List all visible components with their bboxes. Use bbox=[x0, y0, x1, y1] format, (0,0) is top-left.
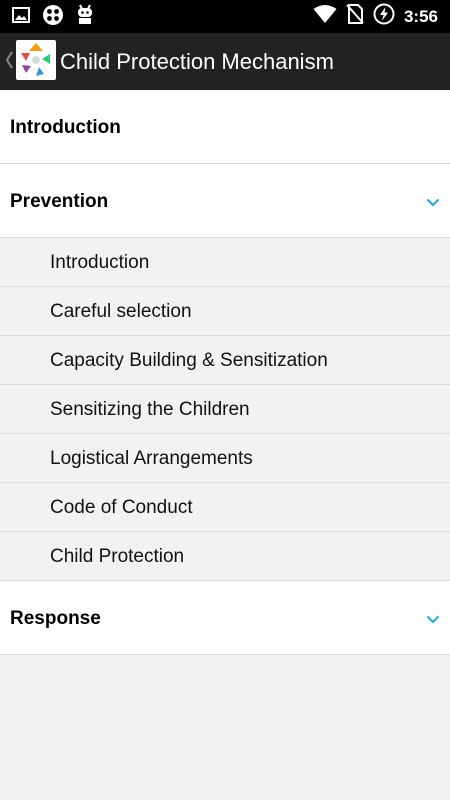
sub-item-label: Sensitizing the Children bbox=[50, 399, 250, 420]
menu-list: Introduction Prevention Introduction Car… bbox=[0, 90, 450, 655]
app-grid-icon bbox=[42, 4, 64, 31]
sub-item-introduction[interactable]: Introduction bbox=[0, 238, 450, 287]
status-bar: 3:56 bbox=[0, 0, 450, 33]
clock: 3:56 bbox=[403, 6, 438, 26]
sub-item-code-of-conduct[interactable]: Code of Conduct bbox=[0, 483, 450, 532]
sub-item-label: Code of Conduct bbox=[50, 497, 193, 518]
status-bar-notifications bbox=[12, 4, 94, 31]
chevron-down-icon[interactable] bbox=[426, 194, 440, 212]
sub-item-logistical-arrangements[interactable]: Logistical Arrangements bbox=[0, 434, 450, 483]
wifi-icon bbox=[313, 4, 337, 29]
app-logo-icon[interactable] bbox=[16, 40, 56, 80]
group-introduction[interactable]: Introduction bbox=[0, 90, 450, 164]
sub-item-label: Child Protection bbox=[50, 546, 185, 567]
group-response[interactable]: Response bbox=[0, 581, 450, 655]
app-title: Child Protection Mechanism bbox=[60, 49, 334, 74]
group-label: Introduction bbox=[10, 117, 121, 138]
gallery-icon bbox=[12, 6, 30, 28]
no-sim-icon bbox=[346, 4, 364, 29]
group-label: Prevention bbox=[10, 191, 109, 212]
group-prevention[interactable]: Prevention bbox=[0, 164, 450, 238]
sub-item-label: Capacity Building & Sensitization bbox=[50, 350, 328, 371]
status-bar-system: 3:56 bbox=[313, 3, 438, 30]
sub-item-child-protection[interactable]: Child Protection bbox=[0, 532, 450, 581]
sub-item-label: Logistical Arrangements bbox=[50, 448, 253, 469]
sub-item-label: Introduction bbox=[50, 252, 150, 273]
battery-charging-icon bbox=[373, 3, 395, 30]
group-label: Response bbox=[10, 608, 101, 629]
sub-item-sensitizing-children[interactable]: Sensitizing the Children bbox=[0, 385, 450, 434]
android-debug-icon bbox=[76, 4, 94, 31]
action-bar: Child Protection Mechanism bbox=[0, 33, 450, 90]
back-caret-icon[interactable] bbox=[4, 50, 14, 75]
chevron-down-icon[interactable] bbox=[426, 611, 440, 629]
sub-item-careful-selection[interactable]: Careful selection bbox=[0, 287, 450, 336]
sub-item-label: Careful selection bbox=[50, 301, 192, 322]
sub-item-capacity-building[interactable]: Capacity Building & Sensitization bbox=[0, 336, 450, 385]
